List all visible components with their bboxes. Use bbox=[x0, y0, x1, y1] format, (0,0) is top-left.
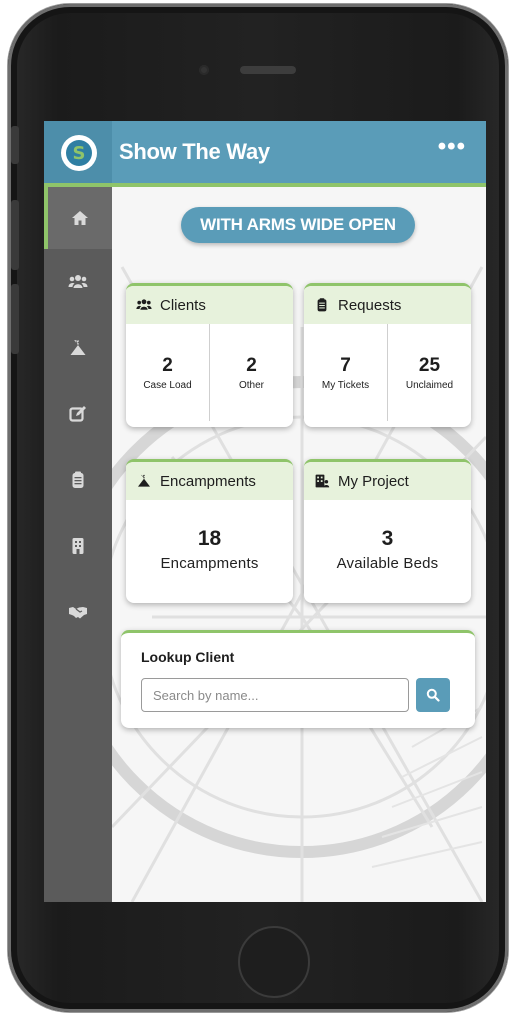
available-beds-value: 3 bbox=[381, 526, 394, 550]
more-options-button[interactable]: ••• bbox=[438, 133, 466, 161]
available-beds-stat: 3 Available Beds bbox=[304, 500, 471, 598]
requests-card-header: Requests bbox=[304, 286, 471, 324]
my-tickets-value: 7 bbox=[340, 355, 351, 376]
app-logo: S bbox=[61, 135, 97, 171]
sidebar-item-requests[interactable] bbox=[44, 449, 112, 511]
clipboard-icon bbox=[72, 471, 84, 488]
case-load-stat[interactable]: 2 Case Load bbox=[126, 324, 209, 421]
tagline-button[interactable]: WITH ARMS WIDE OPEN bbox=[181, 207, 415, 243]
app-header: S Show The Way ••• bbox=[44, 121, 486, 187]
app-screen: S Show The Way ••• WITH ARMS WIDE OPEN C… bbox=[44, 121, 486, 902]
lookup-client-card: Lookup Client bbox=[121, 630, 475, 728]
tent-icon bbox=[70, 340, 86, 355]
other-clients-stat[interactable]: 2 Other bbox=[209, 324, 293, 421]
tent-icon bbox=[138, 474, 150, 487]
unclaimed-stat[interactable]: 25 Unclaimed bbox=[387, 324, 471, 421]
other-clients-value: 2 bbox=[246, 355, 257, 376]
other-clients-label: Other bbox=[238, 380, 264, 391]
lookup-client-title: Lookup Client bbox=[141, 649, 235, 665]
edit-icon bbox=[69, 406, 86, 422]
sidebar-item-encampments[interactable] bbox=[44, 317, 112, 379]
my-tickets-stat[interactable]: 7 My Tickets bbox=[304, 324, 387, 421]
logo-container[interactable]: S bbox=[44, 121, 112, 183]
building-icon bbox=[72, 538, 84, 554]
encampments-card[interactable]: Encampments 18 Encampments bbox=[126, 459, 293, 603]
search-icon bbox=[426, 688, 440, 702]
home-button[interactable] bbox=[238, 926, 310, 998]
home-icon bbox=[72, 211, 88, 225]
sidebar-item-partners[interactable] bbox=[44, 581, 112, 643]
clipboard-icon bbox=[317, 298, 327, 312]
sidebar-item-notes[interactable] bbox=[44, 383, 112, 445]
sidebar-item-home[interactable] bbox=[44, 187, 112, 249]
mute-switch bbox=[11, 126, 19, 164]
encampments-label: Encampments bbox=[160, 554, 259, 572]
clients-stats: 2 Case Load 2 Other bbox=[126, 324, 293, 421]
unclaimed-value: 25 bbox=[418, 355, 441, 376]
unclaimed-label: Unclaimed bbox=[405, 380, 454, 391]
encampments-stat: 18 Encampments bbox=[126, 500, 293, 598]
logo-mark: S bbox=[66, 140, 92, 166]
my-project-card-header: My Project bbox=[304, 462, 471, 500]
clients-card-title: Clients bbox=[160, 296, 206, 314]
front-camera bbox=[199, 65, 209, 75]
encampments-card-header: Encampments bbox=[126, 462, 293, 500]
my-tickets-label: My Tickets bbox=[321, 380, 370, 391]
available-beds-label: Available Beds bbox=[336, 554, 439, 572]
clients-card-header: Clients bbox=[126, 286, 293, 324]
handshake-icon bbox=[69, 607, 87, 619]
requests-card-title: Requests bbox=[338, 296, 402, 314]
case-load-value: 2 bbox=[162, 355, 173, 376]
client-search-input[interactable] bbox=[141, 678, 409, 712]
encampments-value: 18 bbox=[197, 526, 222, 550]
case-load-label: Case Load bbox=[143, 380, 192, 391]
sidebar-item-projects[interactable] bbox=[44, 515, 112, 577]
volume-up-button bbox=[11, 200, 19, 270]
earpiece-speaker bbox=[240, 66, 296, 74]
project-building-icon bbox=[315, 474, 330, 488]
sidebar-item-clients[interactable] bbox=[44, 251, 112, 313]
my-project-card-title: My Project bbox=[338, 472, 409, 490]
requests-card[interactable]: Requests 7 My Tickets 25 Unclaimed bbox=[304, 283, 471, 427]
volume-down-button bbox=[11, 284, 19, 354]
sidebar-nav bbox=[44, 187, 112, 902]
users-icon bbox=[68, 275, 88, 288]
client-search-button[interactable] bbox=[416, 678, 450, 712]
app-title: Show The Way bbox=[119, 139, 270, 164]
dashboard-content: WITH ARMS WIDE OPEN Clients 2 Case Load … bbox=[112, 187, 486, 902]
requests-stats: 7 My Tickets 25 Unclaimed bbox=[304, 324, 471, 421]
my-project-card[interactable]: My Project 3 Available Beds bbox=[304, 459, 471, 603]
clients-card[interactable]: Clients 2 Case Load 2 Other bbox=[126, 283, 293, 427]
encampments-card-title: Encampments bbox=[160, 472, 256, 490]
users-icon bbox=[136, 299, 152, 310]
